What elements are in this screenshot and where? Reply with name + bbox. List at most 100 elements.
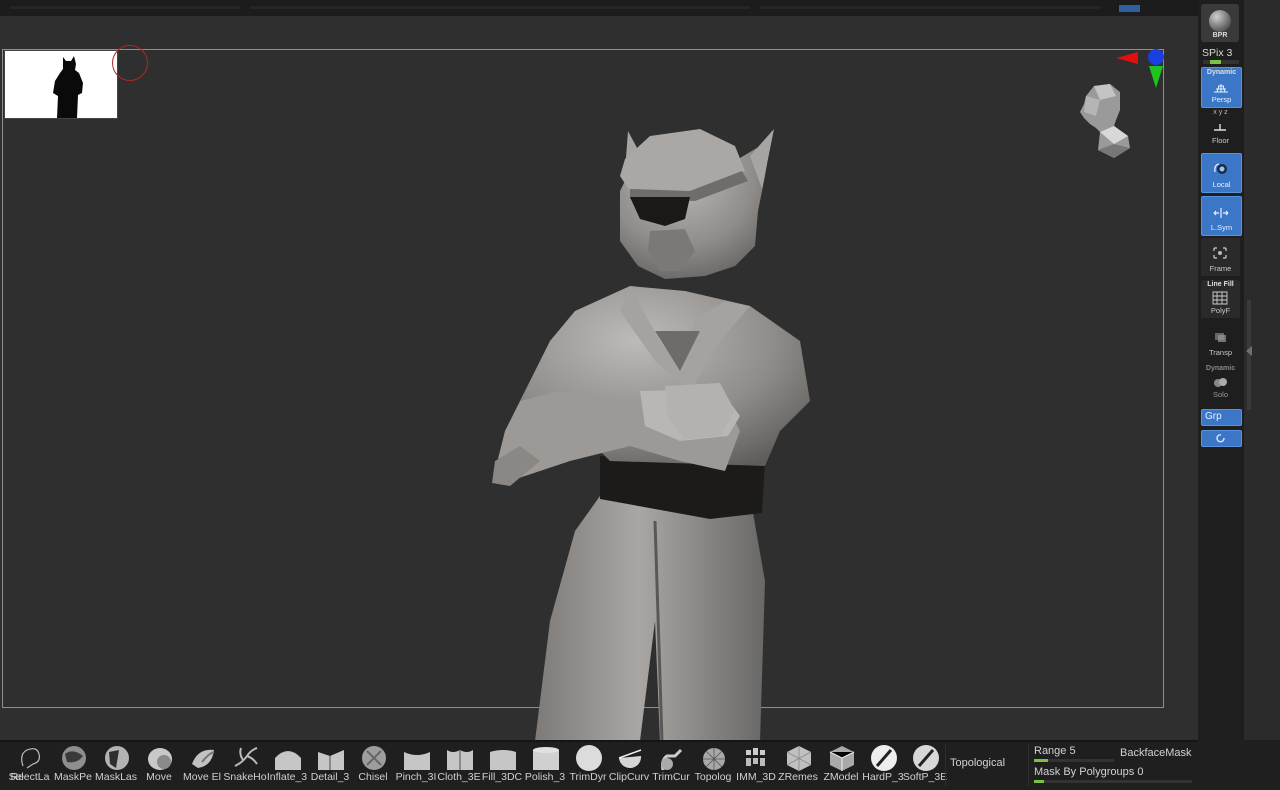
brush-trim-dynamic[interactable]: TrimDyr <box>567 744 609 788</box>
brush-label: SnakeHo <box>223 771 267 783</box>
brush-detail[interactable]: Detail_3 <box>309 744 351 788</box>
sculpt-model[interactable] <box>480 101 830 741</box>
brush-inflate[interactable]: Inflate_3 <box>266 744 308 788</box>
symmetry-arrows-icon <box>1213 208 1229 218</box>
brush-mask-lasso[interactable]: MaskLas <box>95 744 137 788</box>
brush-select-lasso[interactable]: SelectLa <box>8 744 50 788</box>
mask-by-polygroups-label: Mask By Polygroups 0 <box>1034 766 1144 778</box>
brush-trim-curve[interactable]: TrimCur <box>650 744 692 788</box>
brush-clip-curve[interactable]: ClipCurv <box>608 744 650 788</box>
range-label: Range 5 <box>1034 745 1076 757</box>
polygroup-toggle-button[interactable] <box>1201 430 1242 447</box>
brush-zmodeler[interactable]: ZModel <box>820 744 862 788</box>
head-navigator-icon[interactable] <box>1070 66 1140 166</box>
pinch-brush-icon <box>404 752 430 770</box>
brush-move[interactable]: Move <box>138 744 180 788</box>
bottom-shelf-divider <box>0 740 1198 742</box>
move-brush-icon <box>148 748 172 770</box>
brush-label: Detail_3 <box>310 771 350 783</box>
clip-curve-icon <box>618 749 642 769</box>
move-elastic-icon <box>192 749 215 768</box>
brush-pinch[interactable]: Pinch_3I <box>395 744 437 788</box>
top-strip-segment <box>10 6 240 9</box>
brush-label: SelectLa <box>8 771 50 783</box>
top-menu-strip <box>0 0 1198 16</box>
brush-label: Polish_3 <box>524 771 566 783</box>
lsym-button[interactable]: L.Sym <box>1201 196 1242 236</box>
brush-label: Inflate_3 <box>266 771 308 783</box>
brush-soft-polish[interactable]: SoftP_3E <box>902 744 948 788</box>
brush-topology[interactable]: Topolog <box>692 744 734 788</box>
brush-label: TrimCur <box>652 771 690 783</box>
brush-hard-polish[interactable]: HardP_3 <box>862 744 904 788</box>
brush-label: HardP_3 <box>862 771 904 783</box>
range-slider[interactable] <box>1034 759 1114 762</box>
brush-label: Fill_3DC <box>481 771 523 783</box>
local-label: Local <box>1212 180 1231 189</box>
solo-top-label: Dynamic <box>1205 365 1236 372</box>
local-button[interactable]: Local <box>1201 153 1242 193</box>
brush-fill[interactable]: Fill_3DC <box>481 744 523 788</box>
grp-button[interactable]: Grp <box>1201 409 1242 426</box>
brush-label: Cloth_3E <box>437 771 481 783</box>
floor-button[interactable]: x y z Floor <box>1201 108 1240 148</box>
top-strip-segment <box>760 6 1100 9</box>
collapse-arrow-icon[interactable] <box>1246 346 1252 356</box>
brush-label: IMM_3D <box>736 771 776 783</box>
brush-cloth[interactable]: Cloth_3E <box>437 744 481 788</box>
brush-label: ClipCurv <box>608 771 650 783</box>
spix-slider-fill <box>1210 60 1221 64</box>
mask-lasso-icon <box>105 746 129 770</box>
brush-label: SoftP_3E <box>902 771 948 783</box>
solo-button[interactable]: Dynamic Solo <box>1201 364 1240 402</box>
floor-icon <box>1214 124 1226 131</box>
persp-button[interactable]: Dynamic Persp <box>1201 67 1242 108</box>
mask-by-polygroups-fill <box>1034 780 1044 783</box>
brush-imm[interactable]: IMM_3D <box>735 744 777 788</box>
chisel-brush-icon <box>362 746 386 770</box>
snake-hook-icon <box>234 747 258 767</box>
bpr-button[interactable]: BPR <box>1201 4 1239 42</box>
top-strip-segment <box>250 6 750 9</box>
transparency-icon <box>1215 333 1226 342</box>
brush-polish[interactable]: Polish_3 <box>524 744 566 788</box>
lsym-label: L.Sym <box>1210 223 1233 232</box>
brush-move-elastic[interactable]: Move El <box>181 744 223 788</box>
silhouette-thumbnail[interactable] <box>4 50 118 119</box>
brush-label: Topolog <box>694 771 732 783</box>
polyf-button[interactable]: Line Fill PolyF <box>1201 280 1240 318</box>
detail-brush-icon <box>318 750 344 770</box>
spix-slider[interactable] <box>1203 60 1239 64</box>
brush-cursor-ring <box>112 45 148 81</box>
solo-spheres-icon <box>1214 378 1227 387</box>
frame-button[interactable]: Frame <box>1201 238 1240 276</box>
fill-brush-icon <box>490 750 516 770</box>
refresh-icon <box>1216 434 1225 443</box>
mask-by-polygroups-slider[interactable] <box>1034 780 1192 783</box>
top-strip-indicator[interactable] <box>1119 5 1140 12</box>
xyz-axes-label: x y z <box>1213 109 1228 116</box>
transp-button[interactable]: Transp <box>1201 322 1240 360</box>
trim-dynamic-icon <box>576 745 602 771</box>
persp-label: Persp <box>1211 95 1232 104</box>
imm-brush-icon <box>746 748 765 766</box>
render-sphere-icon <box>1209 10 1231 32</box>
brush-snake-hook[interactable]: SnakeHo <box>223 744 267 788</box>
brush-mask-pen[interactable]: MaskPe <box>52 744 94 788</box>
bpr-label: BPR <box>1212 32 1228 39</box>
polyf-label: PolyF <box>1210 306 1231 315</box>
brush-zremesher[interactable]: ZRemes <box>777 744 819 788</box>
brush-chisel[interactable]: Chisel <box>352 744 394 788</box>
brush-label: MaskLas <box>94 771 137 783</box>
polyf-top-label: Line Fill <box>1207 281 1234 288</box>
local-rotate-icon <box>1214 163 1227 174</box>
brush-label: ZRemes <box>778 771 818 783</box>
zremesher-icon <box>786 746 812 771</box>
solo-label: Solo <box>1212 390 1228 399</box>
brush-label: Move El <box>183 771 221 783</box>
grp-label: Grp <box>1205 411 1222 422</box>
backface-mask-toggle[interactable]: BackfaceMask <box>1120 747 1192 759</box>
document-canvas[interactable] <box>0 16 1198 741</box>
topological-toggle[interactable]: Topological <box>950 757 1005 769</box>
persp-top-label: Dynamic <box>1206 69 1237 76</box>
